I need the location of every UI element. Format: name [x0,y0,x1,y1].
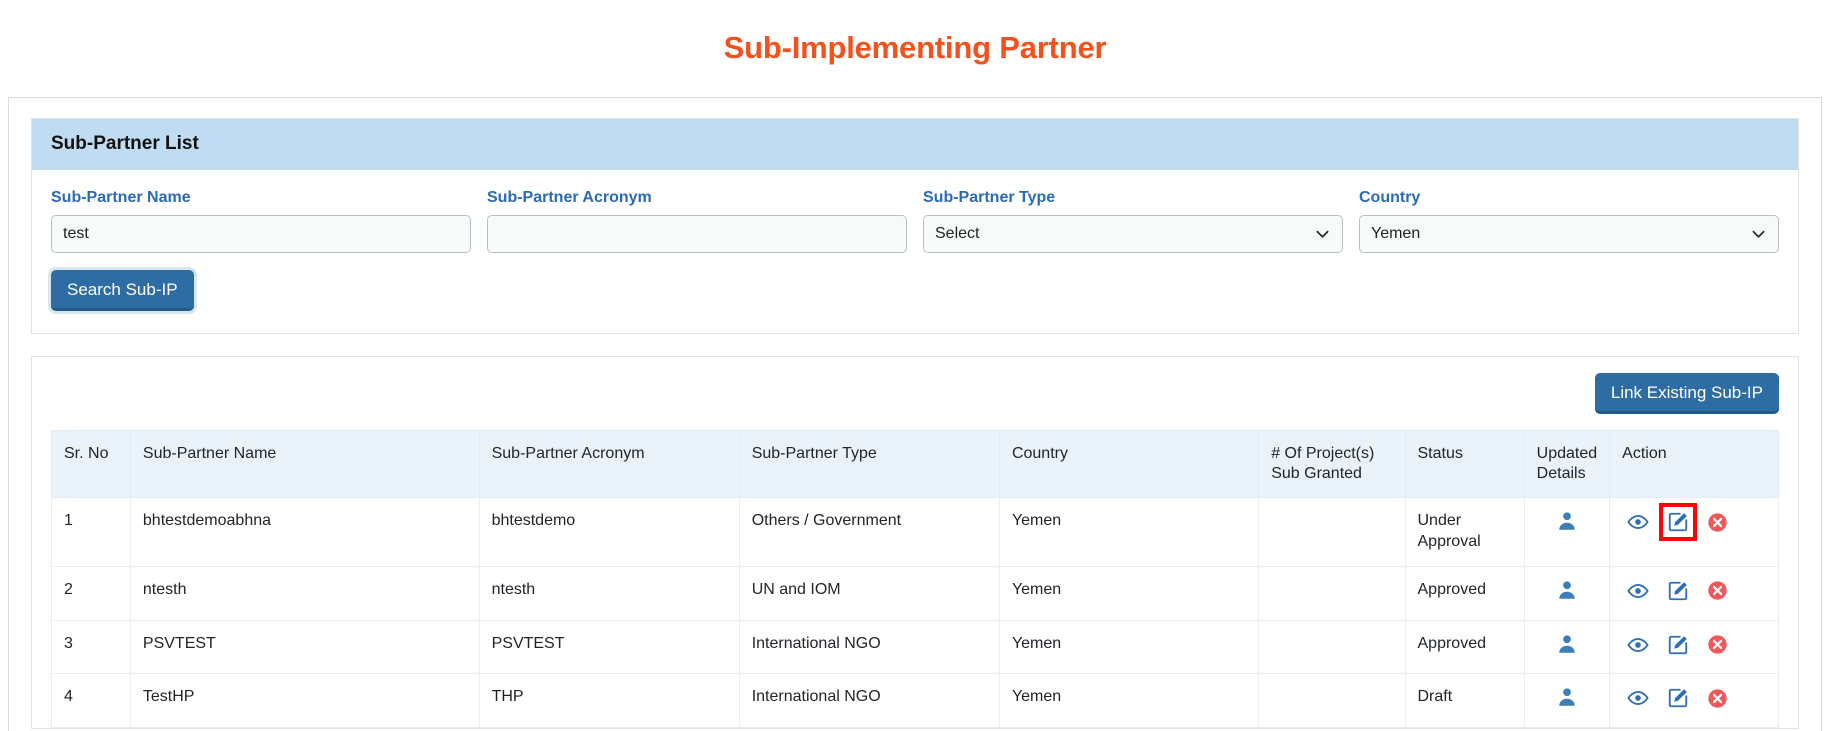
search-sub-ip-button[interactable]: Search Sub-IP [51,269,194,311]
sub-partner-results-card: Link Existing Sub-IP Sr. No Sub-Partner … [31,355,1799,730]
cell-updated-details [1523,565,1611,621]
main-panel: Sub-Partner List Sub-Partner Name Sub-Pa… [8,96,1822,731]
search-button-row: Search Sub-IP [51,269,1779,311]
cell-projects [1258,497,1406,567]
cell-acronym: THP [478,673,740,729]
edit-square-icon[interactable] [1667,634,1689,656]
cell-name: ntesth [129,565,480,621]
filter-country: Country Yemen [1359,188,1779,253]
col-header-action: Action [1609,430,1779,499]
cell-status: Draft [1404,673,1525,729]
col-header-projects: # Of Project(s) Sub Granted [1258,430,1406,499]
table-header-row: Sr. No Sub-Partner Name Sub-Partner Acro… [51,430,1779,499]
filter-sub-partner-acronym: Sub-Partner Acronym [487,188,907,253]
cell-action [1609,497,1779,567]
sub-partner-acronym-input[interactable] [487,214,907,253]
person-icon[interactable] [1557,511,1577,531]
table-row: 4 TestHP THP International NGO Yemen Dra… [51,673,1779,729]
table-head: Sr. No Sub-Partner Name Sub-Partner Acro… [51,430,1779,499]
cell-sr-no: 2 [51,565,131,621]
table-body: 1 bhtestdemoabhna bhtestdemo Others / Go… [51,497,1779,729]
cell-action [1609,565,1779,621]
cell-type: Others / Government [738,497,1000,567]
col-header-status: Status [1404,430,1525,499]
cell-status: Under Approval [1404,497,1525,567]
sub-partner-type-label: Sub-Partner Type [923,188,1056,206]
cell-acronym: ntesth [478,565,740,621]
cell-sr-no: 3 [51,619,131,675]
delete-circle-icon[interactable] [1707,512,1728,533]
person-icon[interactable] [1557,580,1577,600]
cell-name: PSVTEST [129,619,480,675]
cell-country: Yemen [998,565,1260,621]
cell-projects [1258,565,1406,621]
delete-circle-icon[interactable] [1707,688,1728,709]
cell-action [1609,619,1779,675]
filter-form: Sub-Partner Name Sub-Partner Acronym Sub… [32,170,1798,333]
link-existing-sub-ip-button[interactable]: Link Existing Sub-IP [1594,372,1779,415]
cell-name: TestHP [129,673,480,729]
country-label: Country [1359,188,1421,206]
filter-sub-partner-type: Sub-Partner Type Select [923,188,1343,253]
col-header-updated: Updated Details [1523,430,1611,499]
filter-row: Sub-Partner Name Sub-Partner Acronym Sub… [51,188,1779,253]
cell-country: Yemen [998,497,1260,567]
table-row: 2 ntesth ntesth UN and IOM Yemen Approve… [51,565,1779,621]
edit-square-icon[interactable] [1659,503,1698,542]
sub-partner-table: Sr. No Sub-Partner Name Sub-Partner Acro… [51,430,1779,729]
filter-sub-partner-name: Sub-Partner Name [51,188,471,253]
col-header-type: Sub-Partner Type [738,430,1000,499]
cell-sr-no: 4 [51,673,131,729]
country-select[interactable]: Yemen [1359,214,1779,253]
cell-type: International NGO [738,673,1000,729]
delete-circle-icon[interactable] [1707,580,1728,601]
eye-icon[interactable] [1627,511,1649,533]
col-header-country: Country [998,430,1260,499]
cell-country: Yemen [998,619,1260,675]
cell-country: Yemen [998,673,1260,729]
eye-icon[interactable] [1627,634,1649,656]
cell-projects [1258,673,1406,729]
cell-acronym: bhtestdemo [478,497,740,567]
cell-acronym: PSVTEST [478,619,740,675]
cell-action [1609,673,1779,729]
cell-updated-details [1523,497,1611,567]
cell-sr-no: 1 [51,497,131,567]
person-icon[interactable] [1557,634,1577,654]
cell-status: Approved [1404,619,1525,675]
table-row: 3 PSVTEST PSVTEST International NGO Yeme… [51,619,1779,675]
table-row: 1 bhtestdemoabhna bhtestdemo Others / Go… [51,497,1779,567]
edit-square-icon[interactable] [1667,580,1689,602]
cell-status: Approved [1404,565,1525,621]
col-header-sr-no: Sr. No [51,430,131,499]
col-header-acronym: Sub-Partner Acronym [478,430,740,499]
link-button-row: Link Existing Sub-IP [51,372,1779,415]
cell-updated-details [1523,619,1611,675]
cell-type: UN and IOM [738,565,1000,621]
col-header-name: Sub-Partner Name [129,430,480,499]
edit-square-icon[interactable] [1667,687,1689,709]
person-icon[interactable] [1557,687,1577,707]
cell-type: International NGO [738,619,1000,675]
cell-name: bhtestdemoabhna [129,497,480,567]
sub-partner-acronym-label: Sub-Partner Acronym [487,188,652,206]
delete-circle-icon[interactable] [1707,634,1728,655]
card-header-title: Sub-Partner List [32,118,1798,170]
cell-projects [1258,619,1406,675]
page-title: Sub-Implementing Partner [723,29,1107,65]
sub-partner-name-input[interactable] [51,214,471,253]
sub-partner-list-card: Sub-Partner List Sub-Partner Name Sub-Pa… [31,117,1799,334]
cell-updated-details [1523,673,1611,729]
sub-partner-type-select[interactable]: Select [923,214,1343,253]
sub-partner-name-label: Sub-Partner Name [51,188,191,206]
eye-icon[interactable] [1627,687,1649,709]
eye-icon[interactable] [1627,580,1649,602]
